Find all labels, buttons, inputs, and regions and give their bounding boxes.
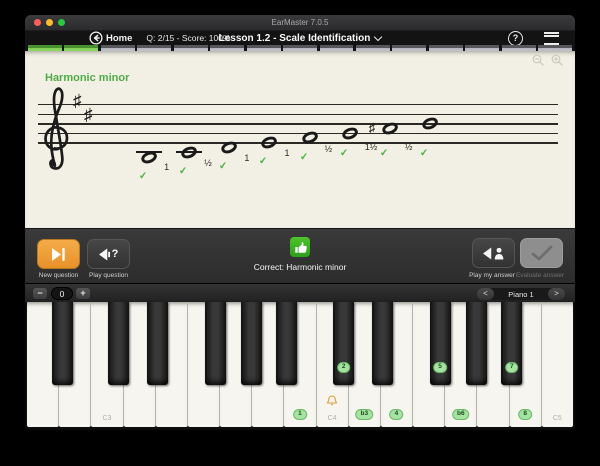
play-question-label: Play question [79, 272, 139, 279]
play-my-answer-button[interactable] [472, 238, 515, 268]
correct-check-icon: ✔ [419, 149, 428, 160]
instrument-prev-button[interactable]: < [477, 288, 494, 300]
staff-area: Harmonic minor [25, 51, 575, 228]
degree-badge: 4 [390, 409, 404, 421]
staff-line [38, 104, 558, 105]
piano-key-F#4[interactable]: 5 [430, 302, 451, 385]
scale-answer-label: Harmonic minor [45, 72, 129, 84]
staff-line [38, 123, 558, 124]
menu-icon[interactable] [544, 32, 559, 45]
octave-down-button[interactable]: − [33, 288, 47, 299]
piano-key-G#4[interactable] [466, 302, 487, 385]
whole-note-G4 [340, 125, 359, 141]
piano-keyboard: C3 1 C4 b3 4 b6 8 C5 2 5 7 [25, 302, 575, 430]
window-title: EarMaster 7.0.5 [25, 18, 575, 27]
degree-badge: 5 [433, 362, 447, 374]
lesson-title: Lesson 1.2 - Scale Identification [219, 33, 371, 44]
correct-check-icon: ✔ [339, 149, 348, 160]
correct-check-icon: ✔ [379, 149, 388, 160]
feedback-text: Correct: Harmonic minor [254, 262, 347, 272]
check-icon [531, 245, 553, 261]
staff-line [38, 114, 558, 115]
piano-key-A#3[interactable] [276, 302, 297, 385]
speaker-icon [99, 248, 110, 261]
piano-header: − 0 + < Piano 1 > [25, 283, 575, 303]
correct-check-icon: ✔ [259, 157, 268, 168]
interval-label: ½ [405, 143, 413, 152]
piano-key-G#3[interactable] [241, 302, 262, 385]
question-glyph: ? [112, 248, 119, 260]
piano-key-D#4[interactable] [372, 302, 393, 385]
chevron-down-icon [374, 32, 382, 40]
correct-check-icon: ✔ [219, 162, 228, 173]
octave-value: 0 [51, 287, 73, 300]
piano-key-A#2[interactable] [52, 302, 73, 385]
correct-check-icon: ✔ [179, 167, 188, 178]
evaluate-answer-label: Evaluate answer [510, 272, 570, 279]
whole-note-C#4 [180, 144, 199, 160]
speaker-person-icon [483, 247, 505, 260]
interval-label: 1 [164, 163, 169, 172]
navbar: Home Q: 2/15 - Score: 100% Lesson 1.2 - … [25, 31, 575, 45]
zoom-in-icon[interactable] [551, 54, 563, 66]
key-signature-sharp: ♯ [84, 106, 93, 123]
piano-key-C5[interactable]: C5 [542, 302, 573, 427]
octave-up-button[interactable]: + [76, 288, 90, 299]
key-label: C3 [102, 415, 111, 422]
thumbs-up-icon [290, 237, 310, 257]
lesson-selector[interactable]: Lesson 1.2 - Scale Identification [25, 33, 575, 44]
correct-check-icon: ✔ [299, 152, 308, 163]
degree-badge: 7 [505, 362, 519, 374]
key-label: C5 [553, 415, 562, 422]
interval-label: ½ [204, 159, 212, 168]
zoom-out-icon[interactable] [532, 54, 544, 66]
instrument-selector: < Piano 1 > [477, 288, 565, 300]
play-question-button[interactable]: ? [87, 239, 130, 269]
interval-label: ½ [325, 145, 333, 154]
staff-line [38, 142, 558, 143]
piano-key-C#4[interactable]: 2 [333, 302, 354, 385]
degree-badge: 2 [337, 362, 351, 374]
piano-key-F#3[interactable] [205, 302, 226, 385]
answer-toolbar: New question ? Play question Correct: Ha… [25, 228, 575, 284]
degree-badge: b3 [356, 409, 374, 421]
correct-check-icon: ✔ [139, 171, 148, 182]
interval-label: 1 [284, 149, 289, 158]
degree-badge: b6 [452, 409, 470, 421]
key-signature-sharp: ♯ [73, 92, 82, 109]
instrument-label: Piano 1 [494, 290, 548, 299]
interval-label: 1½ [365, 143, 378, 152]
whole-note-B4 [421, 115, 440, 131]
interval-label: 1 [244, 154, 249, 163]
titlebar: EarMaster 7.0.5 [25, 15, 575, 31]
degree-badge: 8 [518, 409, 532, 421]
piano-key-A#4[interactable]: 7 [501, 302, 522, 385]
instrument-next-button[interactable]: > [548, 288, 565, 300]
whole-note-E4 [260, 135, 279, 151]
degree-badge: 1 [293, 409, 307, 421]
evaluate-answer-button [520, 238, 563, 268]
bell-icon [327, 393, 337, 411]
treble-clef-icon [38, 84, 74, 172]
skip-next-icon [52, 248, 66, 261]
staff-line [38, 133, 558, 134]
piano-key-D#3[interactable] [147, 302, 168, 385]
new-question-button[interactable] [37, 239, 80, 269]
sharp-accidental: ♯ [369, 121, 376, 134]
app-window: EarMaster 7.0.5 Home Q: 2/15 - Score: 10… [25, 15, 575, 430]
help-button[interactable]: ? [508, 31, 523, 46]
key-label: C4 [328, 415, 337, 422]
piano-key-C#3[interactable] [108, 302, 129, 385]
